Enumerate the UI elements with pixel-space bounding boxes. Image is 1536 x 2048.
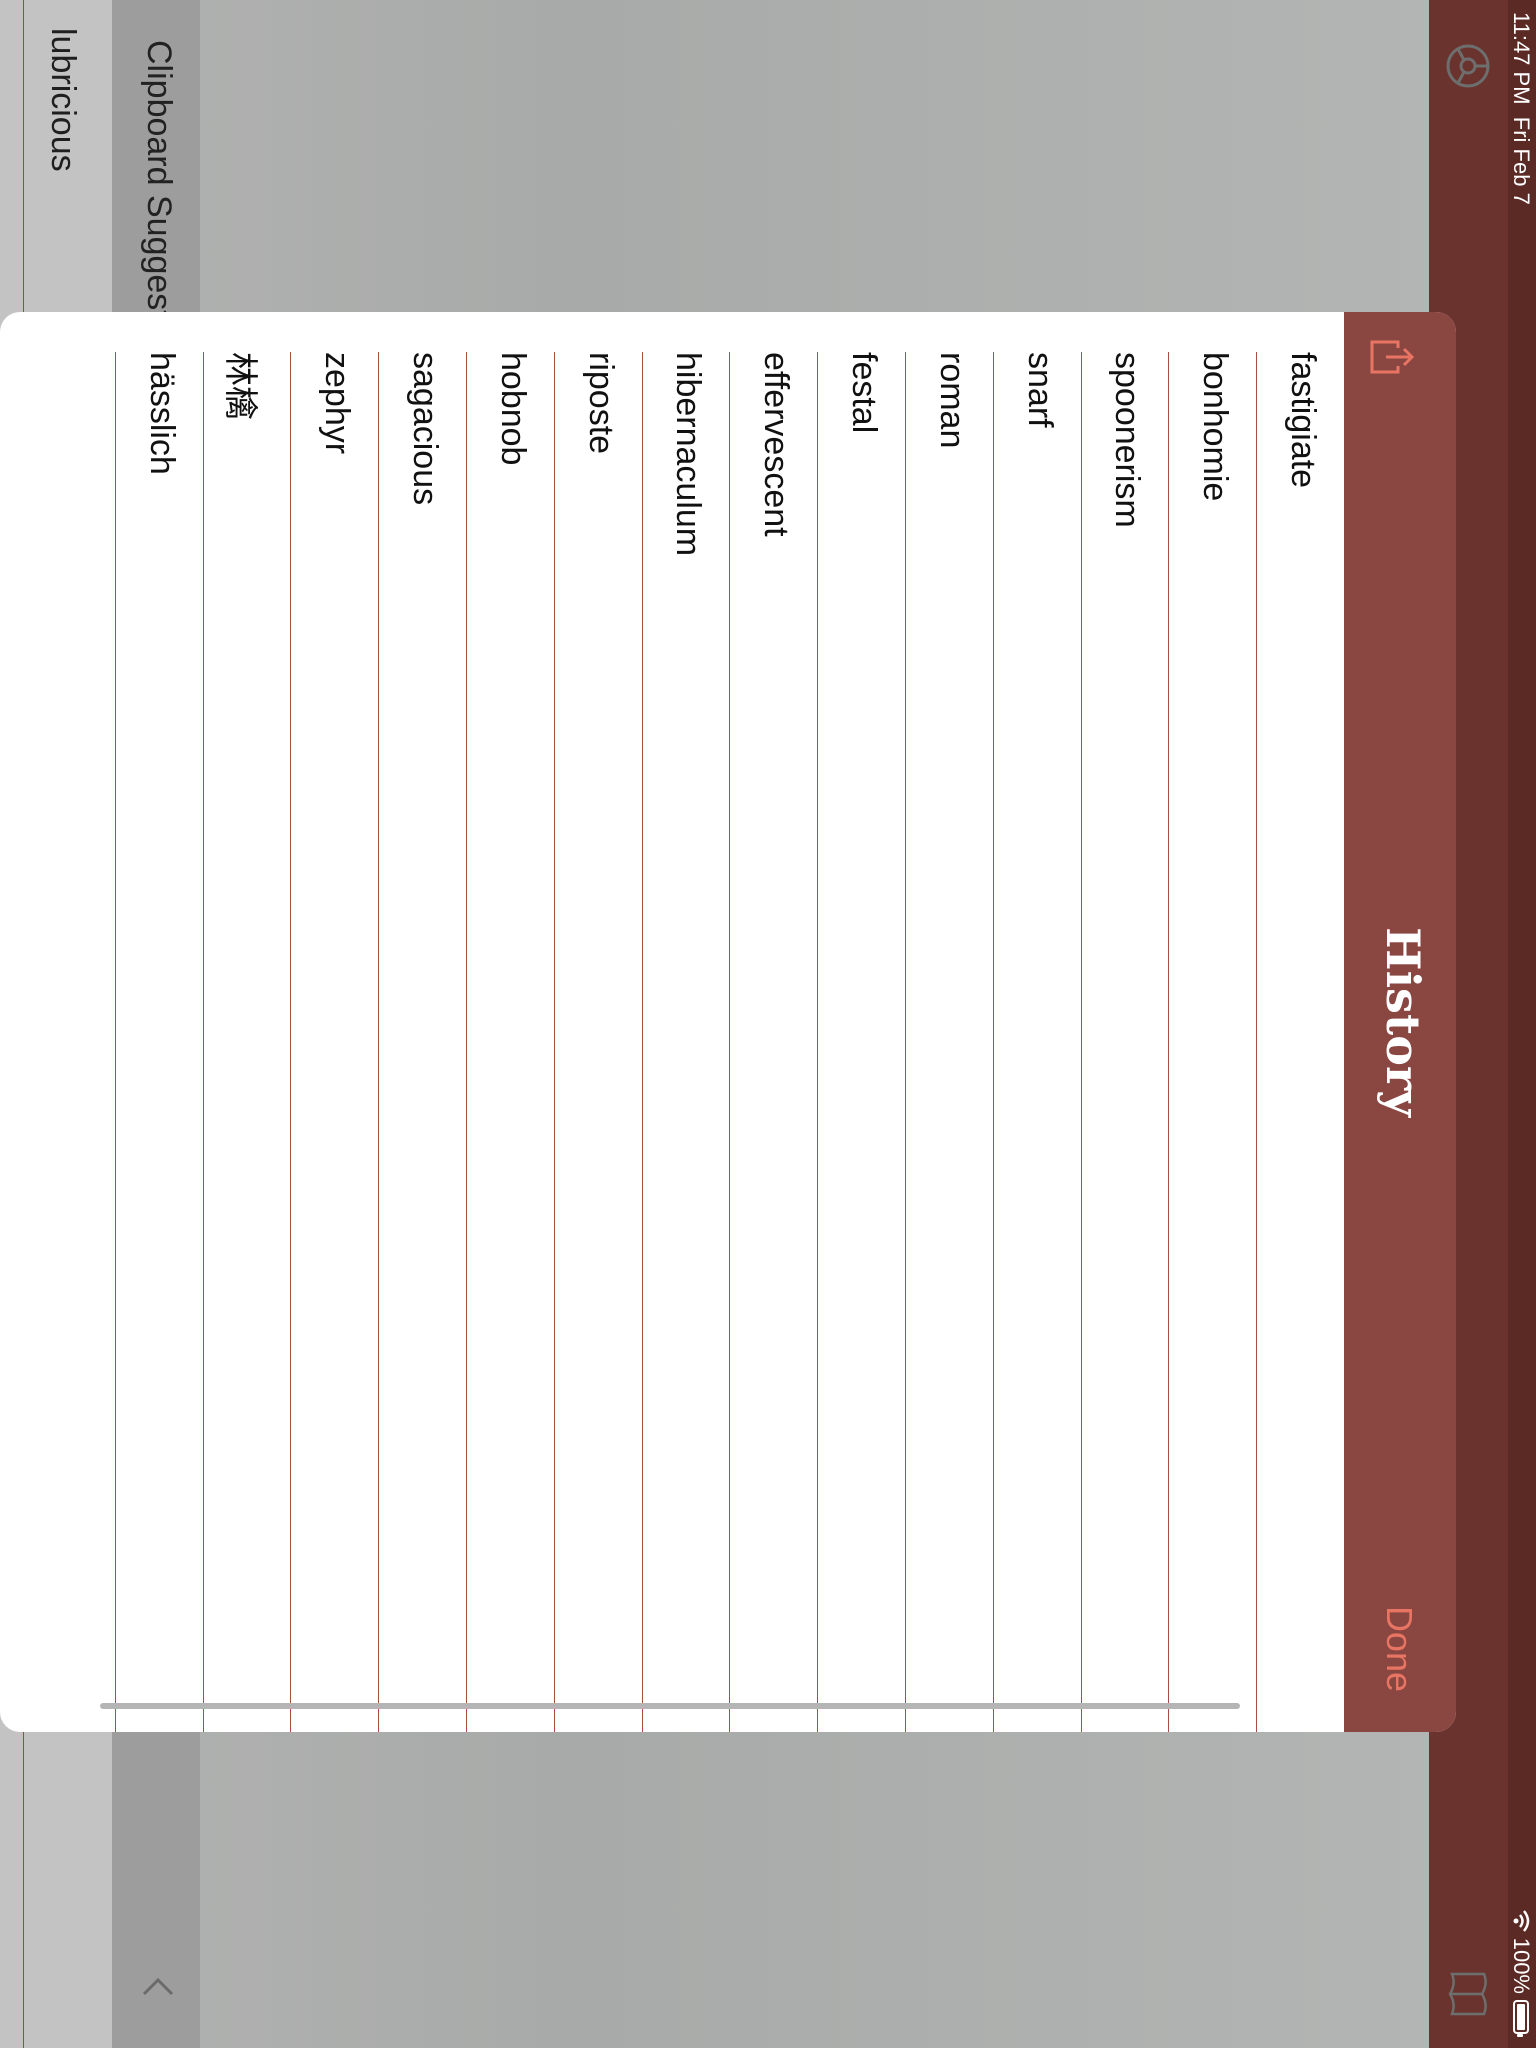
history-word: riposte bbox=[581, 352, 620, 455]
gear-icon[interactable] bbox=[1442, 40, 1494, 92]
list-item[interactable]: hobnob bbox=[466, 352, 554, 1732]
row-separator bbox=[817, 352, 819, 1732]
battery-percent: 100% bbox=[1509, 1937, 1534, 1994]
status-right: 100% bbox=[1508, 1909, 1534, 2034]
history-word: snarf bbox=[1020, 352, 1059, 428]
history-word: spoonerism bbox=[1108, 352, 1147, 528]
row-separator bbox=[641, 352, 643, 1732]
list-item[interactable]: zephyr bbox=[290, 352, 378, 1732]
row-separator bbox=[114, 352, 116, 1732]
list-item[interactable]: snarf bbox=[992, 352, 1081, 1732]
history-word: hobnob bbox=[493, 352, 532, 466]
chevron-left-icon[interactable] bbox=[138, 1968, 178, 2008]
history-word: hibernaculum bbox=[669, 352, 708, 557]
list-item[interactable]: sagacious bbox=[378, 352, 466, 1732]
row-separator bbox=[290, 352, 292, 1732]
list-item[interactable]: effervescent bbox=[729, 352, 817, 1732]
row-separator bbox=[992, 352, 994, 1732]
modal-title: History bbox=[1376, 927, 1430, 1117]
status-bar: 11:47 PM Fri Feb 7 100% bbox=[1508, 0, 1536, 2048]
suggestion-word: lubricious bbox=[44, 28, 82, 172]
date-text: Fri Feb 7 bbox=[1509, 116, 1534, 205]
history-word: effervescent bbox=[757, 352, 796, 537]
history-word: festal bbox=[845, 352, 883, 434]
row-separator bbox=[378, 352, 380, 1732]
row-separator bbox=[466, 352, 468, 1732]
scrollbar[interactable] bbox=[100, 1703, 1240, 1709]
screen-landscape: 11:47 PM Fri Feb 7 100% Clipboard Sugges… bbox=[0, 0, 1536, 2048]
row-separator bbox=[1168, 352, 1170, 1732]
battery-icon bbox=[1513, 2000, 1529, 2034]
history-word: bonhomie bbox=[1196, 352, 1235, 502]
history-modal: History Done fastigiate bonhomie spooner… bbox=[0, 312, 1456, 1732]
list-item[interactable]: roman bbox=[905, 352, 993, 1732]
history-word: zephyr bbox=[318, 352, 357, 455]
history-word: fastigiate bbox=[1284, 352, 1322, 489]
list-item[interactable]: riposte bbox=[553, 352, 642, 1732]
row-separator bbox=[1080, 352, 1082, 1732]
wifi-icon bbox=[1513, 1909, 1530, 1932]
list-item[interactable]: bonhomie bbox=[1168, 352, 1256, 1732]
row-separator bbox=[905, 352, 907, 1732]
history-word: sagacious bbox=[406, 352, 444, 506]
row-separator bbox=[202, 352, 204, 1732]
list-item[interactable]: festal bbox=[817, 352, 905, 1732]
list-item[interactable]: hässlich bbox=[114, 352, 203, 1732]
history-word: hässlich bbox=[142, 352, 181, 475]
row-separator bbox=[1256, 352, 1258, 1732]
history-word: roman bbox=[932, 352, 971, 449]
status-time: 11:47 PM Fri Feb 7 bbox=[1508, 12, 1534, 205]
list-item[interactable]: 林檎 bbox=[202, 352, 291, 1732]
history-word: 林檎 bbox=[221, 352, 260, 420]
list-item[interactable]: spoonerism bbox=[1080, 352, 1169, 1732]
done-button[interactable]: Done bbox=[1378, 1606, 1420, 1692]
list-item[interactable]: hibernaculum bbox=[641, 352, 730, 1732]
row-separator bbox=[729, 352, 731, 1732]
modal-header: History Done bbox=[1344, 312, 1456, 1732]
list-item[interactable]: fastigiate bbox=[1256, 352, 1344, 1732]
row-separator bbox=[553, 352, 555, 1732]
time-text: 11:47 PM bbox=[1509, 12, 1534, 105]
book-icon[interactable] bbox=[1444, 1970, 1492, 2018]
history-list: fastigiate bonhomie spoonerism snarf rom… bbox=[0, 312, 1344, 1732]
